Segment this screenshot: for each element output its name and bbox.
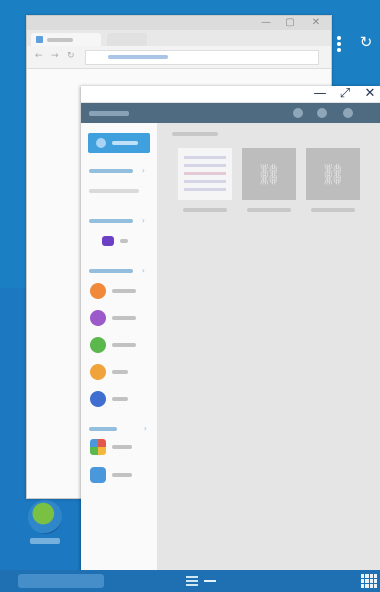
sidebar-item-label: [112, 343, 136, 347]
sidebar-section-apps[interactable]: ›: [89, 424, 147, 433]
favicon-icon: [36, 36, 43, 43]
videos-icon: [90, 310, 106, 326]
browser-tab[interactable]: [31, 33, 101, 46]
sidebar-item-device[interactable]: [90, 233, 152, 249]
sidebar-item-label: [112, 445, 132, 449]
sidebar-item-documents[interactable]: [90, 391, 152, 407]
browser-tab-strip: [27, 30, 331, 46]
fm-minimize-button[interactable]: —: [311, 87, 329, 101]
refresh-icon[interactable]: ↻: [358, 34, 374, 50]
file-preview: ⛓: [306, 148, 360, 200]
file-manager-sidebar: › › › ›: [81, 123, 158, 572]
browser-minimize-button[interactable]: —: [259, 17, 273, 29]
link-icon: ⛓: [256, 162, 282, 186]
fm-maximize-button[interactable]: ⤢: [336, 87, 354, 101]
file-thumbnail[interactable]: [178, 148, 232, 212]
documents-icon: [90, 391, 106, 407]
file-thumbnail[interactable]: ⛓: [242, 148, 296, 212]
sidebar-item-gallery[interactable]: [90, 439, 152, 455]
sidebar-section-storage[interactable]: ›: [89, 216, 145, 225]
apps-grid-icon[interactable]: [361, 574, 377, 588]
sd-card-icon: [102, 236, 114, 246]
sidebar-item-label: [112, 370, 128, 374]
file-manager-window[interactable]: — ⤢ ✕ › › › › ⛓ ⛓: [81, 86, 380, 572]
browser-address-bar: ← → ↻: [27, 46, 331, 69]
create-button-label: [112, 141, 138, 145]
cloud-app-icon: [90, 467, 106, 483]
task-list-icon[interactable]: [186, 576, 198, 586]
globe-app-icon: [28, 500, 62, 534]
sidebar-section-recent[interactable]: ›: [89, 166, 145, 175]
recent-icon: [90, 364, 106, 380]
sidebar-item-label: [112, 397, 128, 401]
sidebar-item-recent[interactable]: [90, 364, 152, 380]
taskbar-search[interactable]: [18, 574, 104, 588]
file-name: [247, 208, 291, 212]
sidebar-empty-text: [89, 189, 139, 193]
search-icon[interactable]: [293, 108, 303, 118]
file-name: [183, 208, 227, 212]
reload-icon[interactable]: ↻: [67, 52, 75, 61]
folder-path: [172, 132, 218, 136]
sidebar-item-music[interactable]: [90, 337, 152, 353]
more-icon[interactable]: [343, 108, 353, 118]
sidebar-item-label: [112, 316, 136, 320]
desktop: ↻ — ▢ ✕ ← → ↻ — ⤢ ✕ › › › › ⛓ ⛓: [0, 0, 380, 592]
browser-tab-title: [47, 38, 73, 42]
sidebar-item-cloud[interactable]: [90, 467, 152, 483]
sidebar-section-categories[interactable]: ›: [89, 266, 145, 275]
file-thumbnail[interactable]: ⛓: [306, 148, 360, 212]
gallery-app-icon: [90, 439, 106, 455]
minimize-all-icon[interactable]: [204, 580, 216, 582]
fm-close-button[interactable]: ✕: [361, 87, 379, 101]
desktop-shortcut[interactable]: [22, 500, 68, 546]
images-icon: [90, 283, 106, 299]
link-icon: ⛓: [320, 162, 346, 186]
browser-titlebar[interactable]: — ▢ ✕: [27, 16, 331, 30]
forward-icon[interactable]: →: [51, 52, 59, 61]
file-manager-content: ⛓ ⛓: [158, 123, 380, 572]
browser-new-tab[interactable]: [107, 33, 147, 46]
vertical-dots-icon[interactable]: [337, 36, 341, 54]
screenshot-preview: [178, 148, 232, 200]
plus-icon: [96, 138, 106, 148]
file-manager-titlebar[interactable]: — ⤢ ✕: [81, 86, 380, 103]
toolbar-title: [89, 111, 129, 116]
taskbar: [0, 570, 380, 592]
sidebar-item-label: [112, 289, 136, 293]
back-icon[interactable]: ←: [35, 52, 43, 61]
sidebar-item-label: [112, 473, 132, 477]
browser-maximize-button[interactable]: ▢: [283, 17, 297, 29]
sidebar-item-videos[interactable]: [90, 310, 152, 326]
view-icon[interactable]: [317, 108, 327, 118]
url-input[interactable]: [85, 50, 319, 65]
file-preview: ⛓: [242, 148, 296, 200]
browser-close-button[interactable]: ✕: [309, 17, 323, 29]
create-button[interactable]: [88, 133, 150, 153]
sidebar-item-label: [120, 239, 128, 243]
file-name: [311, 208, 355, 212]
file-manager-toolbar: [81, 103, 380, 123]
shortcut-label: [30, 538, 60, 544]
sidebar-item-images[interactable]: [90, 283, 152, 299]
music-icon: [90, 337, 106, 353]
